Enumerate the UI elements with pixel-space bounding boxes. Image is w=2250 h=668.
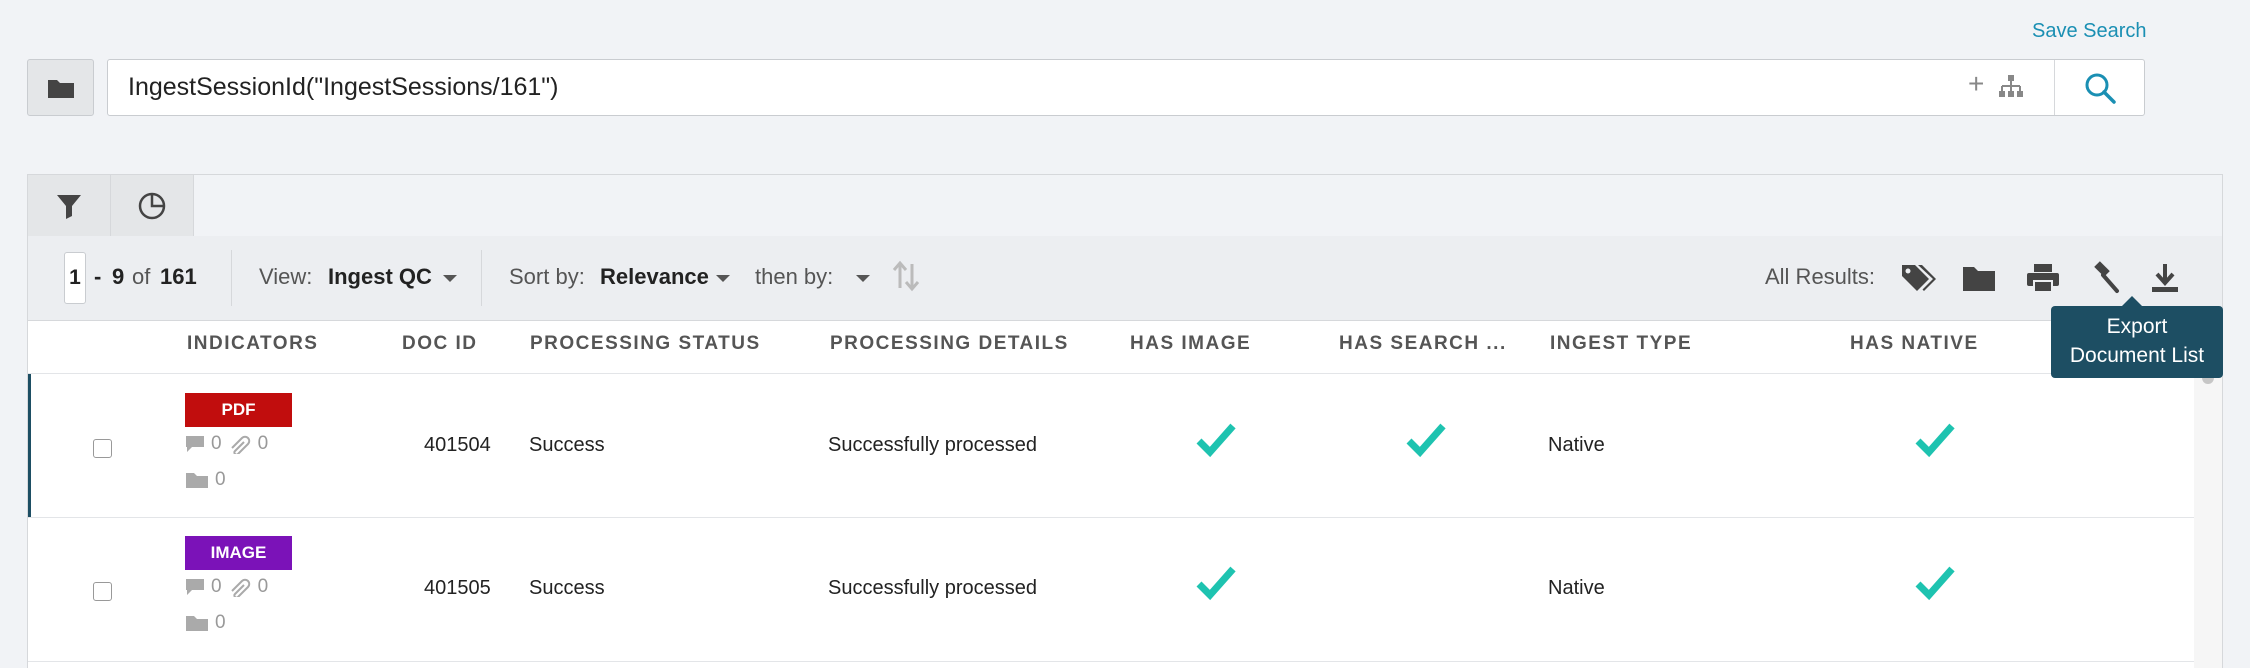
add-criteria-button[interactable]: + xyxy=(1968,68,1984,100)
col-has-native[interactable]: HAS NATIVE xyxy=(1850,333,1979,355)
search-input[interactable]: IngestSessionId("IngestSessions/161") xyxy=(128,73,559,102)
page-end: 9 xyxy=(112,264,125,289)
processing-details-cell: Successfully processed xyxy=(828,434,1037,456)
file-type-badge: IMAGE xyxy=(185,536,292,570)
checkmark-icon xyxy=(1406,422,1446,463)
export-document-list-button[interactable] xyxy=(2145,258,2185,298)
folder-count: 0 xyxy=(185,469,226,491)
panel-tabs xyxy=(28,175,2222,237)
results-toolbar: 1 - 9 of 161 View: Ingest QC Sort by: Re… xyxy=(28,236,2222,321)
search-icon xyxy=(2085,73,2116,104)
selected-row-indicator xyxy=(28,374,31,517)
comment-icon xyxy=(186,579,204,595)
toolbar-divider xyxy=(481,250,482,306)
of-label: of xyxy=(132,264,151,289)
row-divider xyxy=(28,661,2194,662)
page-start-input[interactable]: 1 xyxy=(64,252,86,304)
col-processing-details[interactable]: PROCESSING DETAILS xyxy=(830,333,1069,355)
processing-status-cell: Success xyxy=(529,577,605,599)
attachment-count: 0 xyxy=(257,576,269,597)
all-results-label: All Results: xyxy=(1765,264,1876,289)
chevron-down-icon[interactable] xyxy=(716,275,730,282)
results-panel: 1 - 9 of 161 View: Ingest QC Sort by: Re… xyxy=(27,174,2223,668)
comment-icon xyxy=(186,436,204,452)
print-icon[interactable] xyxy=(2023,258,2063,298)
tooltip-arrow xyxy=(2122,296,2142,306)
header-divider xyxy=(28,373,2194,374)
col-ingest-type[interactable]: INGEST TYPE xyxy=(1550,333,1692,355)
comment-attachment-counts: 0 0 xyxy=(185,576,268,598)
checkmark-icon xyxy=(1196,422,1236,463)
comment-count: 0 xyxy=(211,576,222,597)
toolbar-divider xyxy=(231,250,232,306)
export-tooltip: Export Document List xyxy=(2051,306,2223,378)
then-by-select[interactable] xyxy=(856,275,870,282)
browse-folders-button[interactable] xyxy=(27,59,94,116)
folder-count: 0 xyxy=(185,612,226,634)
col-has-search[interactable]: HAS SEARCH ... xyxy=(1339,333,1507,355)
view-select[interactable]: Ingest QC xyxy=(328,264,432,290)
row-divider xyxy=(28,517,2194,518)
folder-icon xyxy=(186,616,208,631)
row-checkbox[interactable] xyxy=(93,439,112,458)
doc-id-cell[interactable]: 401504 xyxy=(424,434,491,457)
save-search-link[interactable]: Save Search xyxy=(2032,20,2147,43)
ingest-type-cell: Native xyxy=(1548,434,1605,456)
view-label: View: xyxy=(259,264,313,289)
gavel-icon[interactable] xyxy=(2084,258,2124,298)
file-type-badge: PDF xyxy=(185,393,292,427)
comment-attachment-counts: 0 0 xyxy=(185,433,268,455)
range-separator: - xyxy=(94,264,102,289)
tooltip-line-1: Export xyxy=(2106,315,2168,338)
pie-chart-icon xyxy=(138,192,166,219)
filter-icon xyxy=(57,194,81,219)
col-has-image[interactable]: HAS IMAGE xyxy=(1130,333,1251,355)
col-indicators[interactable]: INDICATORS xyxy=(187,333,318,355)
folder-icon[interactable] xyxy=(1959,258,1999,298)
total-count: 161 xyxy=(160,264,197,289)
checkmark-icon xyxy=(1915,422,1955,463)
tag-icon[interactable] xyxy=(1898,258,1938,298)
folder-count-value: 0 xyxy=(215,469,226,490)
col-doc-id[interactable]: DOC ID xyxy=(402,333,478,355)
sort-icon[interactable] xyxy=(892,260,920,297)
sort-select[interactable]: Relevance xyxy=(600,264,709,290)
tooltip-line-2: Document List xyxy=(2069,344,2205,367)
folder-icon xyxy=(47,79,74,98)
tab-filters[interactable] xyxy=(28,175,111,236)
checkmark-icon xyxy=(1196,565,1236,606)
search-bar: IngestSessionId("IngestSessions/161") + xyxy=(107,59,2145,116)
paperclip-icon xyxy=(230,578,250,597)
folder-count-value: 0 xyxy=(215,612,226,633)
doc-id-cell[interactable]: 401505 xyxy=(424,577,491,600)
checkmark-icon xyxy=(1915,565,1955,606)
chevron-down-icon[interactable] xyxy=(443,275,457,282)
hierarchy-icon[interactable] xyxy=(1998,74,2024,103)
then-by-label: then by: xyxy=(755,264,834,289)
search-button[interactable] xyxy=(2055,60,2144,115)
comment-count: 0 xyxy=(211,433,222,454)
row-checkbox[interactable] xyxy=(93,582,112,601)
ingest-type-cell: Native xyxy=(1548,577,1605,599)
sort-label: Sort by: xyxy=(509,264,585,289)
tab-analytics[interactable] xyxy=(111,175,194,236)
folder-icon xyxy=(186,473,208,488)
processing-details-cell: Successfully processed xyxy=(828,577,1037,599)
col-processing-status[interactable]: PROCESSING STATUS xyxy=(530,333,761,355)
download-icon xyxy=(2152,264,2178,292)
attachment-count: 0 xyxy=(257,433,269,454)
processing-status-cell: Success xyxy=(529,434,605,456)
paperclip-icon xyxy=(230,435,250,454)
